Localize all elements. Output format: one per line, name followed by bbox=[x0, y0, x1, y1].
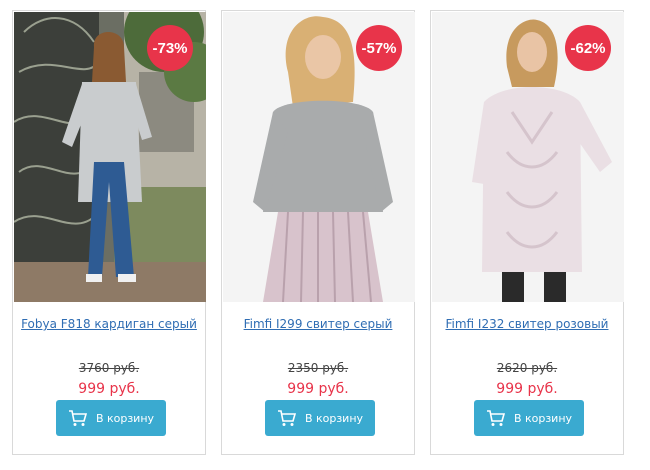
add-to-cart-button[interactable]: В корзину bbox=[56, 400, 166, 436]
add-to-cart-button[interactable]: В корзину bbox=[265, 400, 375, 436]
product-name-link[interactable]: Fimfi I299 свитер серый bbox=[222, 317, 414, 331]
product-image[interactable]: -62% bbox=[432, 12, 624, 302]
cart-icon bbox=[68, 409, 88, 427]
product-image[interactable]: -73% bbox=[14, 12, 206, 302]
cart-icon bbox=[486, 409, 506, 427]
sale-price: 999 руб. bbox=[287, 381, 349, 397]
add-to-cart-label: В корзину bbox=[513, 411, 573, 425]
discount-badge: -73% bbox=[147, 25, 193, 71]
product-card: -62% Fimfi I232 свитер розовый 2620 руб.… bbox=[430, 10, 624, 455]
old-price: 2350 руб. bbox=[287, 361, 349, 375]
add-to-cart-button[interactable]: В корзину bbox=[474, 400, 584, 436]
product-image[interactable]: -57% bbox=[223, 12, 415, 302]
old-price: 3760 руб. bbox=[78, 361, 140, 375]
product-name-link[interactable]: Fimfi I232 свитер розовый bbox=[431, 317, 623, 331]
discount-badge: -62% bbox=[565, 25, 611, 71]
discount-badge: -57% bbox=[356, 25, 402, 71]
product-name-link[interactable]: Fobya F818 кардиган серый bbox=[13, 317, 205, 331]
add-to-cart-label: В корзину bbox=[95, 411, 155, 425]
cart-icon bbox=[277, 409, 297, 427]
old-price: 2620 руб. bbox=[496, 361, 558, 375]
product-card: -73% Fobya F818 кардиган серый 3760 руб.… bbox=[12, 10, 206, 455]
product-card: -57% Fimfi I299 свитер серый 2350 руб. 9… bbox=[221, 10, 415, 455]
sale-price: 999 руб. bbox=[496, 381, 558, 397]
add-to-cart-label: В корзину bbox=[304, 411, 364, 425]
sale-price: 999 руб. bbox=[78, 381, 140, 397]
